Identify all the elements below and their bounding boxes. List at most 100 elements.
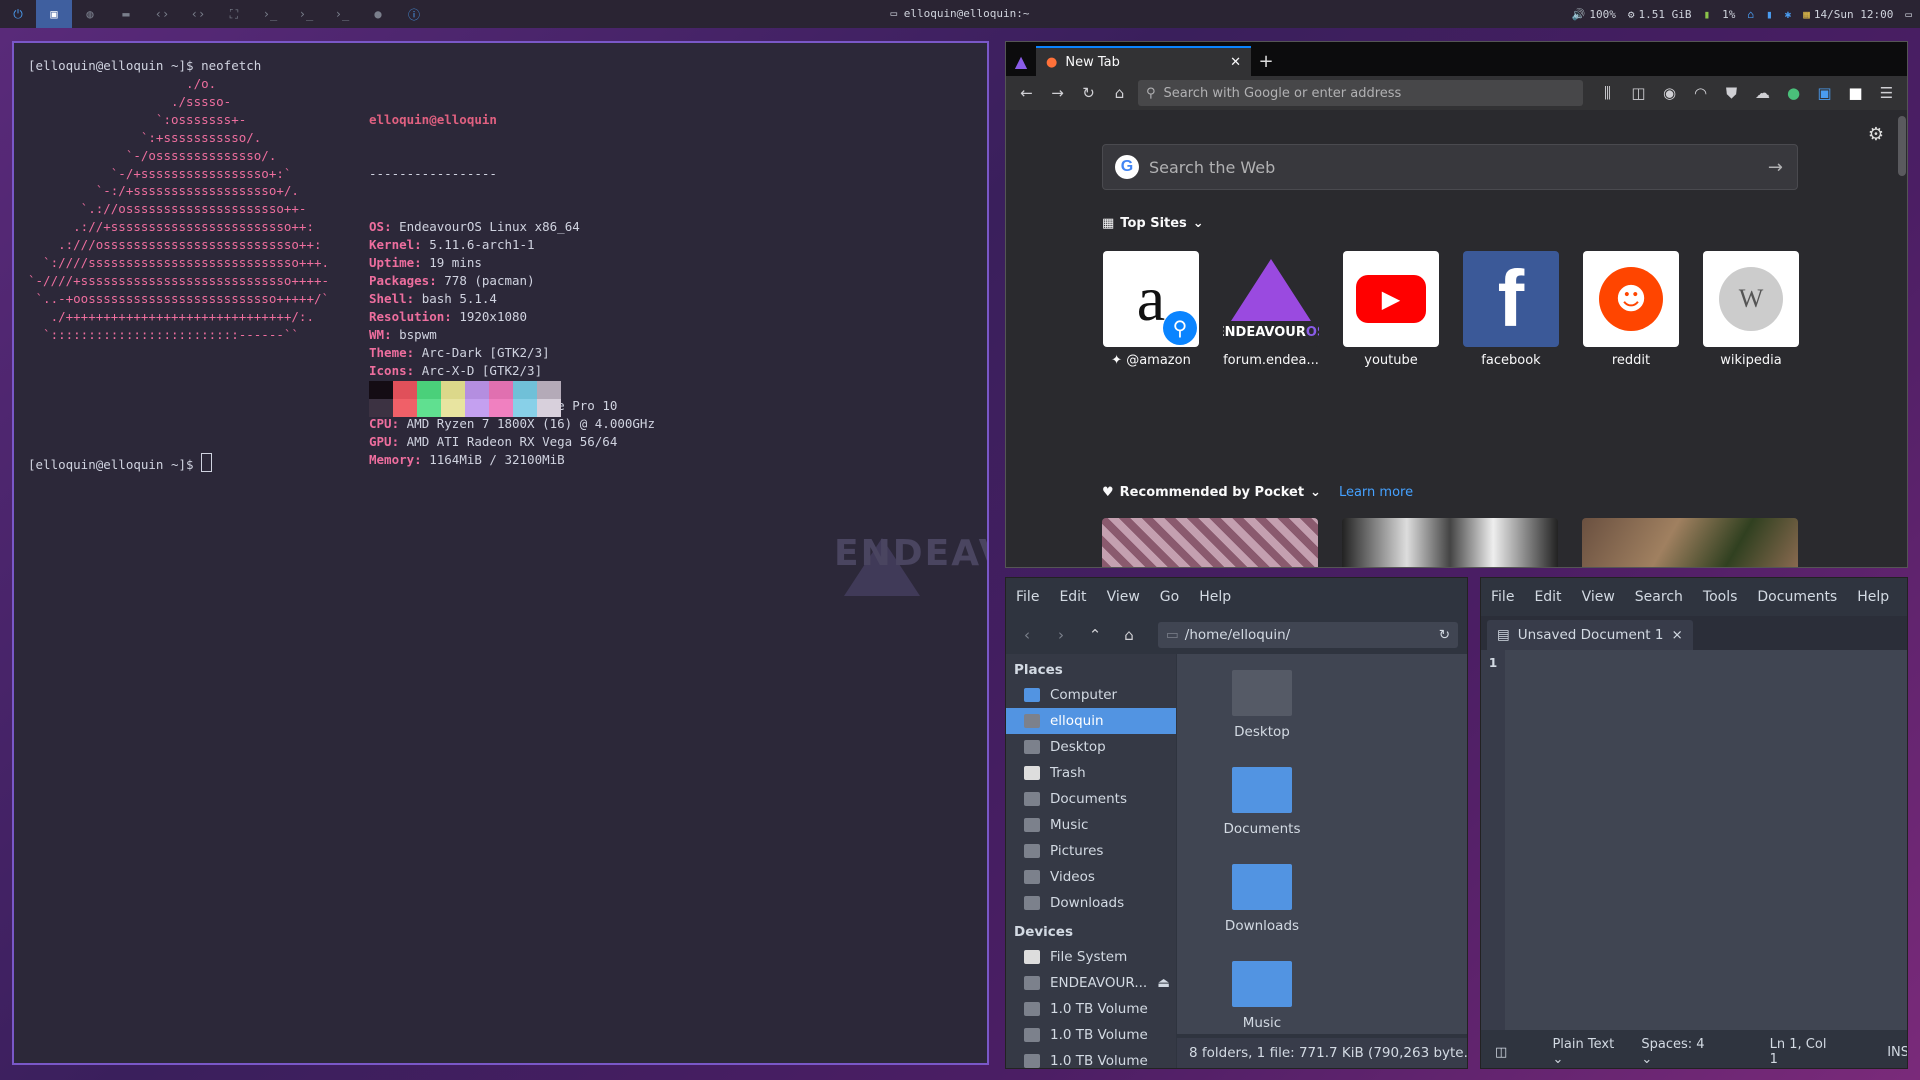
endeavour-tab-icon[interactable]: ▲ — [1006, 46, 1036, 76]
folder-launcher-icon[interactable]: ▬ — [108, 0, 144, 28]
tab-new-tab[interactable]: ● New Tab ✕ — [1036, 46, 1251, 76]
sidebar-item-desktop[interactable]: Desktop — [1006, 734, 1176, 760]
sidebar-toggle-icon[interactable]: ◫ — [1495, 1045, 1516, 1060]
code-launcher-icon[interactable]: ‹› — [144, 0, 180, 28]
sidebar-item-pictures[interactable]: Pictures — [1006, 838, 1176, 864]
sidebar-item-endeavour[interactable]: ENDEAVOUR... ⏏ — [1006, 970, 1176, 996]
menu-help[interactable]: Help — [1857, 589, 1889, 605]
power-icon[interactable]: ⏻ — [0, 0, 36, 28]
menu-edit[interactable]: Edit — [1534, 589, 1561, 605]
editor-text-area[interactable]: 1 — [1481, 650, 1907, 1030]
reload-icon[interactable]: ↻ — [1076, 80, 1101, 106]
network-icon[interactable]: ⌂ — [1747, 8, 1754, 21]
top-site-reddit[interactable]: ☻ reddit — [1582, 251, 1680, 368]
info-launcher-icon[interactable]: ⓘ — [396, 0, 432, 28]
search-icon: ⚲ — [1163, 311, 1197, 345]
arrow-right-icon[interactable]: → — [1768, 157, 1783, 178]
learn-more-link[interactable]: Learn more — [1339, 485, 1413, 500]
top-site-facebook[interactable]: f facebook — [1462, 251, 1560, 368]
top-site-youtube[interactable]: ▶ youtube — [1342, 251, 1440, 368]
sidebar-item-volume[interactable]: 1.0 TB Volume — [1006, 996, 1176, 1022]
menu-documents[interactable]: Documents — [1757, 589, 1837, 605]
volume-indicator[interactable]: 🔊 100% — [1572, 8, 1616, 21]
language-select[interactable]: Plain Text ⌄ — [1552, 1037, 1627, 1067]
facebook-icon: f — [1463, 251, 1559, 347]
web-search-input[interactable]: G Search the Web → — [1102, 144, 1798, 190]
close-tab-icon[interactable]: ✕ — [1230, 55, 1241, 70]
menu-edit[interactable]: Edit — [1059, 589, 1086, 605]
sidebar-item-home[interactable]: elloquin — [1006, 708, 1176, 734]
pocket-story-image[interactable] — [1342, 518, 1558, 567]
shell-launcher-icon[interactable]: ›_ — [252, 0, 288, 28]
pocket-story-image[interactable] — [1582, 518, 1798, 567]
clock[interactable]: ▦ 14/Sun 12:00 — [1803, 8, 1893, 21]
terminal-launcher-icon[interactable]: ▣ — [36, 0, 72, 28]
pocket-header[interactable]: ♥ Recommended by Pocket ⌄ Learn more — [1102, 485, 1413, 500]
extension-icon[interactable]: ◠ — [1688, 80, 1713, 106]
home-icon[interactable]: ⌂ — [1107, 80, 1132, 106]
top-site-endeavour[interactable]: ENDEAVOUROS forum.endea... — [1222, 251, 1320, 368]
tab-unsaved-document[interactable]: ▤ Unsaved Document 1 × — [1487, 620, 1693, 650]
sidebar-item-music[interactable]: Music — [1006, 812, 1176, 838]
firefox-launcher-icon[interactable]: ◍ — [72, 0, 108, 28]
sidebar-item-trash[interactable]: Trash — [1006, 760, 1176, 786]
menu-search[interactable]: Search — [1635, 589, 1683, 605]
settings-launcher-icon[interactable]: ● — [360, 0, 396, 28]
top-site-wikipedia[interactable]: W wikipedia — [1702, 251, 1800, 368]
url-bar[interactable]: ⚲ Search with Google or enter address — [1138, 80, 1583, 106]
gear-icon[interactable]: ⚙ — [1868, 124, 1884, 145]
forward-icon[interactable]: › — [1048, 622, 1074, 648]
menu-view[interactable]: View — [1582, 589, 1615, 605]
sidebar-item-filesystem[interactable]: File System — [1006, 944, 1176, 970]
extension-icon-5[interactable]: ■ — [1843, 80, 1868, 106]
menu-view[interactable]: View — [1107, 589, 1140, 605]
updates-icon[interactable]: ▮ — [1766, 8, 1773, 21]
forward-icon[interactable]: → — [1045, 80, 1070, 106]
sidebar-item-documents[interactable]: Documents — [1006, 786, 1176, 812]
folder-desktop[interactable]: Desktop — [1203, 670, 1321, 740]
scrollbar[interactable] — [1898, 116, 1906, 176]
sidebar-item-videos[interactable]: Videos — [1006, 864, 1176, 890]
top-sites-header[interactable]: ▦ Top Sites ⌄ — [1102, 216, 1204, 231]
menu-help[interactable]: Help — [1199, 589, 1231, 605]
menu-go[interactable]: Go — [1160, 589, 1179, 605]
pocket-story-image[interactable] — [1102, 518, 1318, 567]
back-icon[interactable]: ‹ — [1014, 622, 1040, 648]
menu-icon[interactable]: ☰ — [1874, 80, 1899, 106]
sidebar-icon[interactable]: ◫ — [1626, 80, 1651, 106]
home-icon[interactable]: ⌂ — [1116, 622, 1142, 648]
sidebar-item-volume[interactable]: 1.0 TB Volume — [1006, 1022, 1176, 1048]
code-launcher-icon-2[interactable]: ‹› — [180, 0, 216, 28]
bluetooth-icon[interactable]: ✱ — [1785, 8, 1792, 21]
indent-select[interactable]: Spaces: 4 ⌄ — [1641, 1037, 1717, 1067]
library-icon[interactable]: ⫼ — [1595, 80, 1620, 106]
up-icon[interactable]: ⌃ — [1082, 622, 1108, 648]
terminal-prompt[interactable]: [elloquin@elloquin ~]$ — [28, 453, 213, 472]
close-icon[interactable]: × — [1671, 627, 1682, 643]
ublock-icon[interactable]: ⛊ — [1719, 80, 1744, 106]
extension-icon-2[interactable]: ☁ — [1750, 80, 1775, 106]
terminal-window[interactable]: [elloquin@elloquin ~]$ neofetch ./o. ./s… — [12, 41, 989, 1065]
menu-file[interactable]: File — [1016, 589, 1039, 605]
top-site-amazon[interactable]: a ⚲ ✦ @amazon — [1102, 251, 1200, 368]
menu-file[interactable]: File — [1491, 589, 1514, 605]
notifications-icon[interactable]: ▭ — [1905, 8, 1912, 21]
account-icon[interactable]: ◉ — [1657, 80, 1682, 106]
sidebar-item-volume[interactable]: 1.0 TB Volume — [1006, 1048, 1176, 1068]
shell-launcher-icon-3[interactable]: ›_ — [324, 0, 360, 28]
eject-icon[interactable]: ⏏ — [1157, 975, 1170, 991]
menu-tools[interactable]: Tools — [1703, 589, 1738, 605]
folder-downloads[interactable]: Downloads — [1203, 864, 1321, 934]
new-tab-icon[interactable]: + — [1251, 46, 1281, 76]
extension-icon-4[interactable]: ▣ — [1812, 80, 1837, 106]
folder-music[interactable]: Music — [1203, 961, 1321, 1031]
sidebar-item-downloads[interactable]: Downloads — [1006, 890, 1176, 916]
screenshot-launcher-icon[interactable]: ⛶ — [216, 0, 252, 28]
path-bar[interactable]: ▭ /home/elloquin/ ↻ — [1158, 622, 1458, 648]
sidebar-item-computer[interactable]: Computer — [1006, 682, 1176, 708]
shell-launcher-icon-2[interactable]: ›_ — [288, 0, 324, 28]
refresh-icon[interactable]: ↻ — [1439, 627, 1450, 643]
back-icon[interactable]: ← — [1014, 80, 1039, 106]
extension-icon-3[interactable]: ● — [1781, 80, 1806, 106]
folder-documents[interactable]: Documents — [1203, 767, 1321, 837]
